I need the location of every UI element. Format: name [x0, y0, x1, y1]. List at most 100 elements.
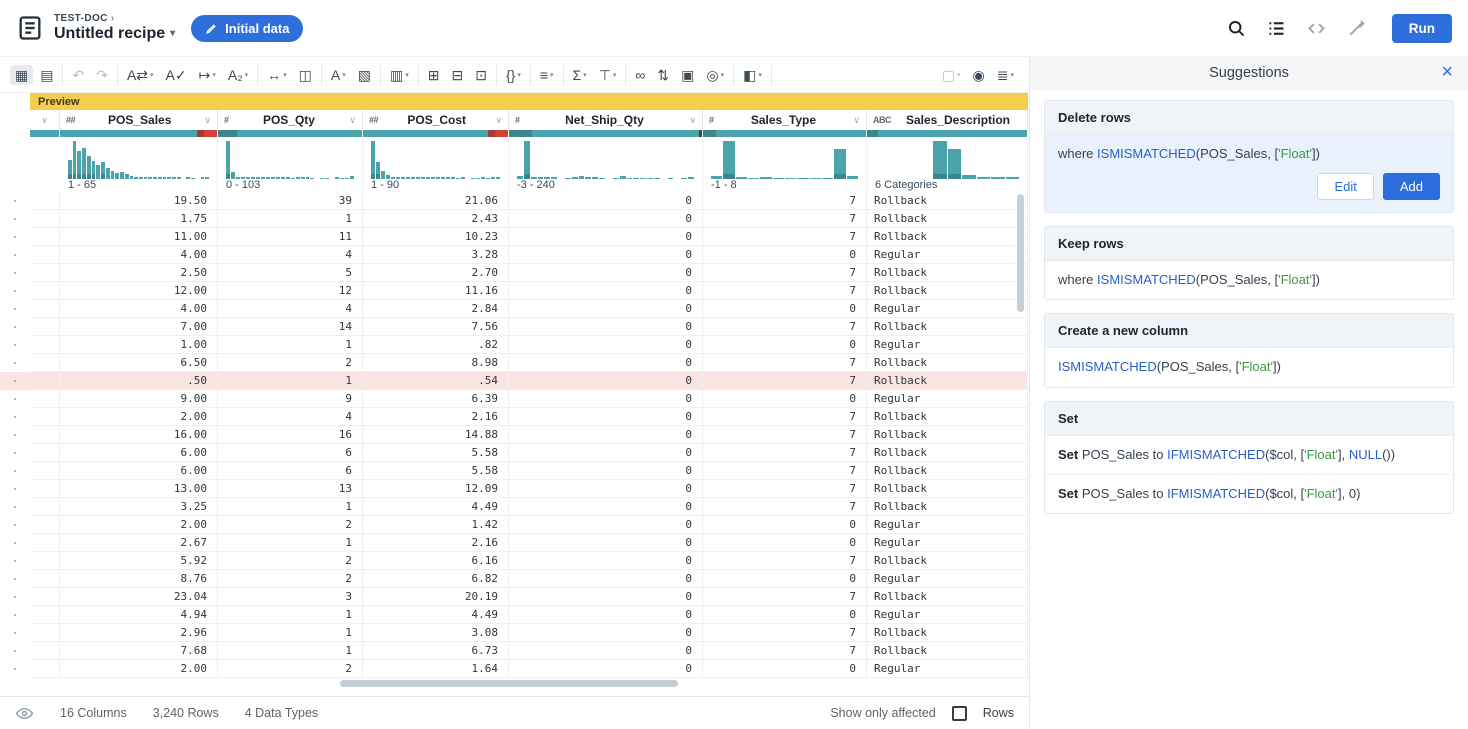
table-row[interactable]: 4.0042.8400Regular: [30, 300, 1028, 318]
cell-POS_Sales[interactable]: 11.00: [60, 228, 218, 245]
suggestion-item[interactable]: ISMISMATCHED(POS_Sales, ['Float']): [1045, 348, 1453, 386]
cell-Sales_Description[interactable]: Rollback: [867, 624, 1028, 641]
cell-POS_Qty[interactable]: 13: [218, 480, 363, 497]
cell-POS_Qty[interactable]: 16: [218, 426, 363, 443]
cell-Sales_Description[interactable]: Regular: [867, 606, 1028, 623]
cell-POS_Qty[interactable]: 11: [218, 228, 363, 245]
shift-values-button[interactable]: ↦▾: [194, 65, 221, 85]
cell-Sales_Description[interactable]: Rollback: [867, 192, 1028, 209]
cell-Sales_Type[interactable]: 7: [703, 642, 867, 659]
cell-POS_Sales[interactable]: 12.00: [60, 282, 218, 299]
rank-values-button[interactable]: A₂▾: [223, 65, 253, 85]
aggregate-button[interactable]: Σ▾: [568, 65, 592, 85]
table-row[interactable]: 4.9414.4900Regular: [30, 606, 1028, 624]
steps-list-icon[interactable]: [1266, 17, 1288, 39]
cell-Sales_Description[interactable]: Rollback: [867, 372, 1028, 389]
cell-POS_Qty[interactable]: 6: [218, 462, 363, 479]
table-row[interactable]: 1.7512.4307Rollback: [30, 210, 1028, 228]
cell-Net_Ship_Qty[interactable]: 0: [509, 660, 703, 677]
cell-Net_Ship_Qty[interactable]: 0: [509, 264, 703, 281]
select-all-header[interactable]: ∨: [30, 110, 60, 130]
cell-POS_Sales[interactable]: 4.00: [60, 300, 218, 317]
quality-bar-Sales_Description[interactable]: [867, 130, 1028, 137]
cell-POS_Qty[interactable]: 1: [218, 210, 363, 227]
cell-POS_Qty[interactable]: 2: [218, 570, 363, 587]
cell-POS_Sales[interactable]: 7.68: [60, 642, 218, 659]
join-button[interactable]: ∞: [630, 65, 650, 85]
cell-POS_Cost[interactable]: 4.49: [363, 606, 509, 623]
cell-Sales_Description[interactable]: Regular: [867, 534, 1028, 551]
suggestion-item[interactable]: Set POS_Sales to IFMISMATCHED($col, ['Fl…: [1045, 475, 1453, 513]
table-row[interactable]: 2.9613.0807Rollback: [30, 624, 1028, 642]
view-rows-button[interactable]: ▤: [35, 65, 58, 85]
table-row[interactable]: 11.001110.2307Rollback: [30, 228, 1028, 246]
row-select-cell[interactable]: [30, 318, 60, 335]
cell-POS_Sales[interactable]: 1.75: [60, 210, 218, 227]
table-row[interactable]: 1.001.8200Regular: [30, 336, 1028, 354]
wand-icon[interactable]: [1346, 17, 1368, 39]
cell-POS_Sales[interactable]: 2.96: [60, 624, 218, 641]
cell-POS_Cost[interactable]: 5.58: [363, 462, 509, 479]
cell-Sales_Type[interactable]: 7: [703, 480, 867, 497]
cell-POS_Sales[interactable]: 3.25: [60, 498, 218, 515]
eye-icon[interactable]: [15, 704, 34, 723]
cell-POS_Qty[interactable]: 4: [218, 300, 363, 317]
table-row[interactable]: 5.9226.1607Rollback: [30, 552, 1028, 570]
cell-Net_Ship_Qty[interactable]: 0: [509, 606, 703, 623]
row-select-cell[interactable]: [30, 570, 60, 587]
histogram-Net_Ship_Qty[interactable]: -3 - 240: [509, 137, 703, 192]
cell-Sales_Type[interactable]: 7: [703, 282, 867, 299]
cell-Sales_Type[interactable]: 0: [703, 534, 867, 551]
cell-POS_Sales[interactable]: 2.50: [60, 264, 218, 281]
cell-Sales_Type[interactable]: 7: [703, 462, 867, 479]
cell-POS_Qty[interactable]: 1: [218, 642, 363, 659]
cell-POS_Cost[interactable]: 2.70: [363, 264, 509, 281]
row-select-cell[interactable]: [30, 642, 60, 659]
cell-Sales_Description[interactable]: Rollback: [867, 444, 1028, 461]
pivot-button[interactable]: ⊤▾: [594, 65, 622, 85]
cell-POS_Cost[interactable]: 8.98: [363, 354, 509, 371]
cell-Sales_Description[interactable]: Rollback: [867, 642, 1028, 659]
run-button[interactable]: Run: [1392, 14, 1452, 43]
cell-Sales_Type[interactable]: 0: [703, 300, 867, 317]
cell-Net_Ship_Qty[interactable]: 0: [509, 300, 703, 317]
cell-Net_Ship_Qty[interactable]: 0: [509, 210, 703, 227]
cell-Net_Ship_Qty[interactable]: 0: [509, 336, 703, 353]
fill-values-button[interactable]: ▧: [353, 65, 376, 85]
table-row[interactable]: 13.001312.0907Rollback: [30, 480, 1028, 498]
cell-POS_Cost[interactable]: 5.58: [363, 444, 509, 461]
histogram-POS_Sales[interactable]: 1 - 65: [60, 137, 218, 192]
cell-Net_Ship_Qty[interactable]: 0: [509, 354, 703, 371]
cell-Net_Ship_Qty[interactable]: 0: [509, 624, 703, 641]
row-select-cell[interactable]: [30, 480, 60, 497]
add-button[interactable]: Add: [1383, 173, 1440, 200]
suggestion-item[interactable]: where ISMISMATCHED(POS_Sales, ['Float'])…: [1045, 135, 1453, 212]
table-row[interactable]: 3.2514.4907Rollback: [30, 498, 1028, 516]
filter-rows-button[interactable]: ≡▾: [535, 65, 559, 85]
edit-button[interactable]: Edit: [1317, 173, 1373, 200]
cell-POS_Sales[interactable]: 19.50: [60, 192, 218, 209]
cell-Net_Ship_Qty[interactable]: 0: [509, 498, 703, 515]
row-select-cell[interactable]: [30, 300, 60, 317]
cell-Sales_Description[interactable]: Rollback: [867, 282, 1028, 299]
column-header-POS_Sales[interactable]: ##POS_Sales∨: [60, 110, 218, 130]
row-select-cell[interactable]: [30, 228, 60, 245]
cell-Sales_Type[interactable]: 0: [703, 246, 867, 263]
comment-button[interactable]: ▣: [676, 65, 699, 85]
row-select-cell[interactable]: [30, 498, 60, 515]
code-view-icon[interactable]: [1306, 17, 1328, 39]
cell-POS_Sales[interactable]: 1.00: [60, 336, 218, 353]
cell-POS_Qty[interactable]: 5: [218, 264, 363, 281]
table-row[interactable]: 6.5028.9807Rollback: [30, 354, 1028, 372]
replace-values-button[interactable]: A⇄▾: [122, 65, 159, 85]
cell-POS_Cost[interactable]: 2.16: [363, 534, 509, 551]
cell-Net_Ship_Qty[interactable]: 0: [509, 228, 703, 245]
cell-Sales_Description[interactable]: Regular: [867, 300, 1028, 317]
cell-Net_Ship_Qty[interactable]: 0: [509, 570, 703, 587]
cell-Sales_Description[interactable]: Rollback: [867, 552, 1028, 569]
column-header-Net_Ship_Qty[interactable]: #Net_Ship_Qty∨: [509, 110, 703, 130]
cell-Net_Ship_Qty[interactable]: 0: [509, 408, 703, 425]
cell-POS_Sales[interactable]: 2.00: [60, 660, 218, 677]
cell-Sales_Type[interactable]: 7: [703, 228, 867, 245]
column-menu-icon[interactable]: ∨: [689, 115, 696, 126]
